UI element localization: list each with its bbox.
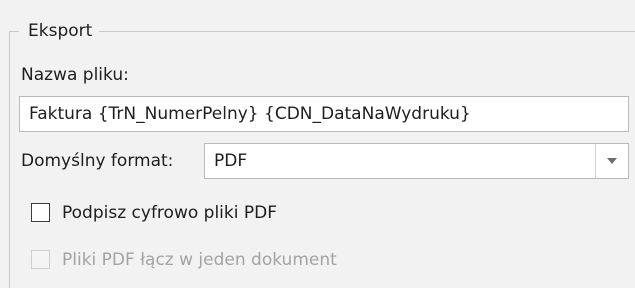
sign-pdf-checkbox[interactable] [31, 203, 50, 222]
file-name-input[interactable]: Faktura {TrN_NumerPelny} {CDN_DataNaWydr… [19, 96, 629, 132]
file-name-label: Nazwa pliku: [21, 65, 129, 85]
sign-pdf-label[interactable]: Podpisz cyfrowo pliki PDF [62, 202, 277, 224]
export-group-title: Eksport [19, 18, 100, 44]
merge-pdf-checkbox [31, 250, 50, 269]
default-format-value: PDF [214, 151, 248, 171]
merge-pdf-label: Pliki PDF łącz w jeden dokument [62, 250, 337, 270]
default-format-select[interactable]: PDF [204, 143, 629, 179]
chevron-down-icon [607, 158, 617, 164]
default-format-label: Domyślny format: [21, 151, 174, 171]
export-panel: Eksport Nazwa pliku: Faktura {TrN_NumerP… [0, 0, 635, 288]
default-format-dropdown-button[interactable] [595, 144, 628, 178]
